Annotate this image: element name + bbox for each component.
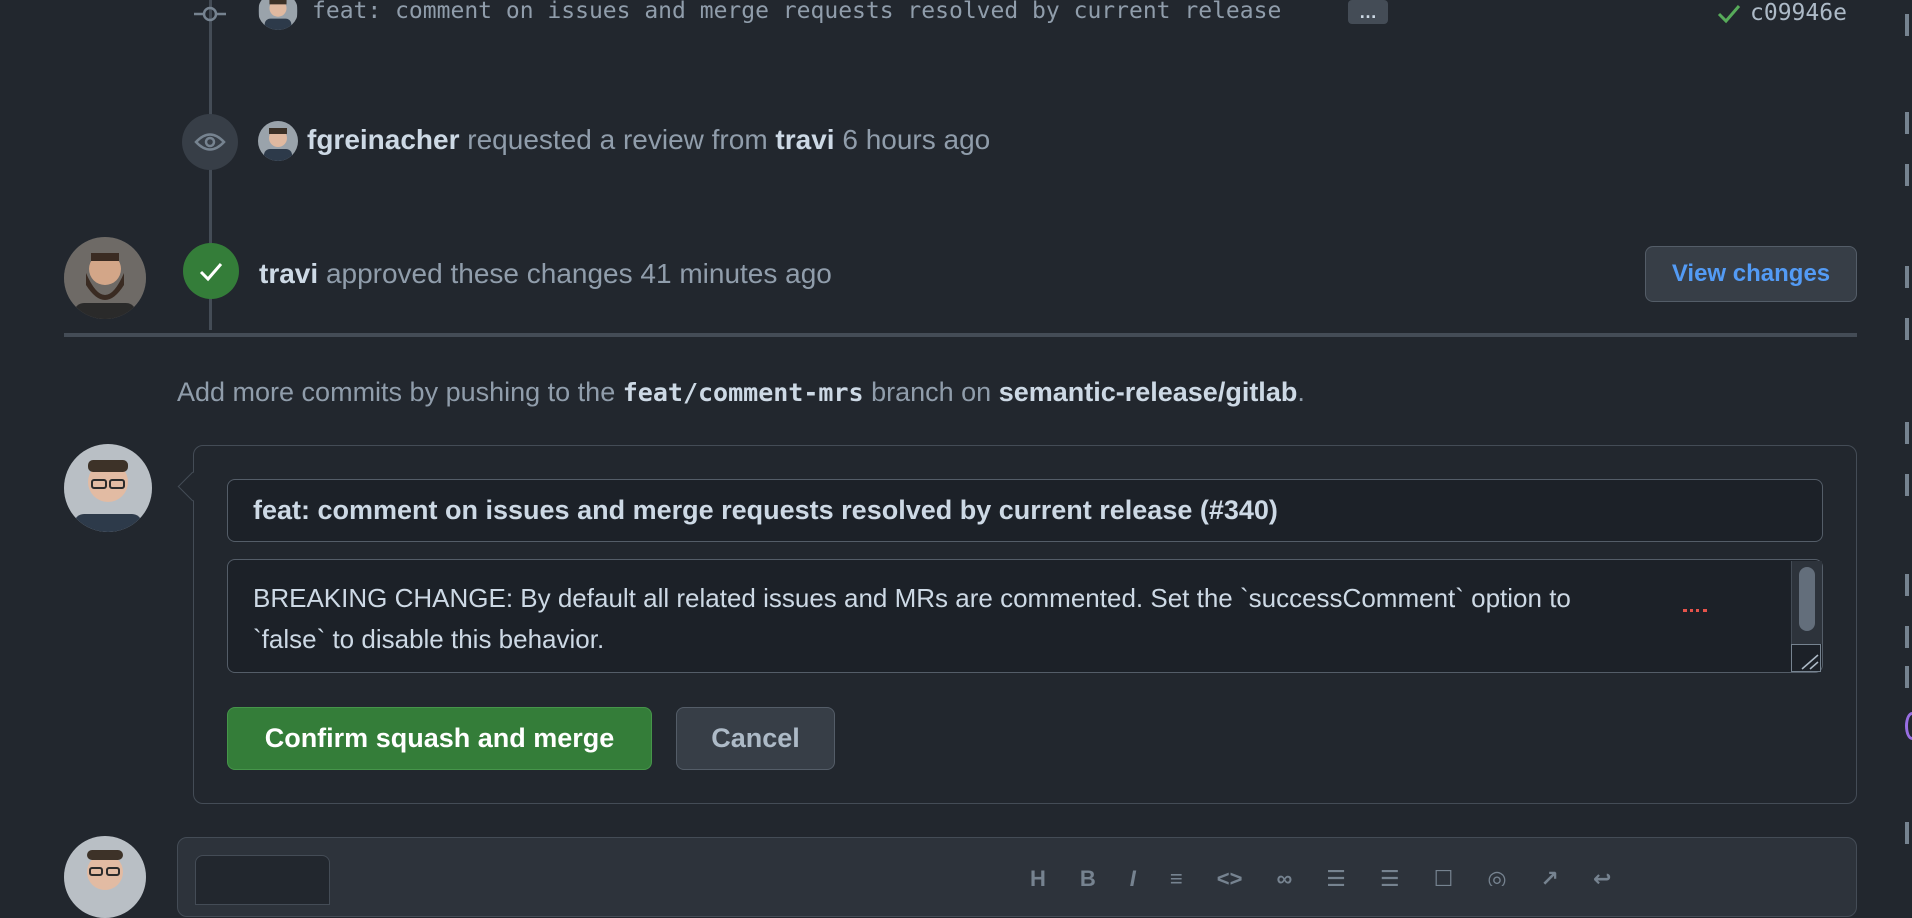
commit-hash[interactable]: c09946e — [1750, 0, 1847, 26]
avatar-image — [64, 836, 146, 918]
right-sidebar-edge — [1895, 0, 1912, 880]
italic-icon[interactable]: I — [1130, 866, 1136, 886]
numbered-list-icon[interactable]: ☰ — [1380, 866, 1400, 886]
link-icon[interactable]: ∞ — [1276, 866, 1292, 886]
comment-toolbar: H B I ≡ <> ∞ ☰ ☰ ☐ ◎ ↗ ↩ — [1030, 866, 1611, 886]
commit-title-value: feat: comment on issues and merge reques… — [253, 495, 1278, 525]
commit-title-input[interactable]: feat: comment on issues and merge reques… — [227, 479, 1823, 542]
approver-link[interactable]: travi — [259, 258, 318, 289]
sidebar-marker-2 — [1905, 112, 1909, 134]
commit-body-line-2: `false` to disable this behavior. — [253, 624, 605, 654]
review-request-text: requested a review from — [467, 124, 768, 155]
sidebar-marker-10 — [1905, 666, 1909, 688]
commit-body-line-1: BREAKING CHANGE: By default all related … — [253, 583, 1571, 613]
confirm-label: Confirm squash and merge — [264, 723, 615, 753]
approver-avatar-large[interactable] — [64, 237, 146, 319]
push-hint-suffix: . — [1297, 377, 1305, 407]
cancel-label: Cancel — [711, 723, 800, 753]
commit-icon-wrap — [194, 2, 226, 26]
merger-avatar[interactable] — [64, 444, 152, 532]
quote-icon[interactable]: ≡ — [1170, 866, 1183, 886]
bullet-list-icon[interactable]: ☰ — [1326, 866, 1346, 886]
mention-icon[interactable]: ◎ — [1487, 866, 1506, 886]
sidebar-purple-indicator — [1905, 712, 1912, 740]
sidebar-marker-7 — [1905, 474, 1909, 496]
commit-status[interactable]: c09946e — [1716, 0, 1847, 28]
ellipsis-label: … — [1359, 1, 1377, 22]
avatar-image — [64, 444, 152, 532]
resize-grip-icon — [1801, 654, 1819, 670]
sidebar-marker-8 — [1905, 574, 1909, 596]
bold-icon[interactable]: B — [1080, 866, 1096, 886]
approval-event: travi approved these changes 41 minutes … — [259, 255, 832, 293]
textarea-scrollbar-thumb[interactable] — [1799, 567, 1815, 631]
git-commit-icon — [194, 6, 226, 22]
spellcheck-marker — [1683, 605, 1707, 612]
reference-icon[interactable]: ↗ — [1541, 866, 1559, 886]
textarea-resize-handle[interactable] — [1791, 644, 1821, 672]
approved-badge — [183, 243, 239, 299]
comment-author-avatar[interactable] — [64, 836, 146, 918]
eye-badge — [182, 114, 238, 170]
comment-write-tab[interactable] — [195, 855, 330, 905]
sidebar-marker-5 — [1905, 318, 1909, 340]
sidebar-marker-9 — [1905, 626, 1909, 648]
review-request-time[interactable]: 6 hours ago — [842, 124, 990, 155]
approval-time[interactable]: 41 minutes ago — [640, 258, 831, 289]
branch-name[interactable]: feat/comment-mrs — [623, 378, 864, 407]
view-changes-button[interactable]: View changes — [1645, 246, 1857, 302]
confirm-squash-merge-button[interactable]: Confirm squash and merge — [227, 707, 652, 770]
code-icon[interactable]: <> — [1217, 866, 1243, 886]
cancel-button[interactable]: Cancel — [676, 707, 835, 770]
sidebar-marker-3 — [1905, 164, 1909, 186]
commit-message[interactable]: feat: comment on issues and merge reques… — [312, 0, 1281, 24]
commit-author-avatar[interactable] — [258, 0, 298, 30]
check-icon — [199, 263, 223, 282]
requester-link[interactable]: fgreinacher — [307, 124, 460, 155]
approval-text: approved these changes — [325, 258, 633, 289]
task-list-icon[interactable]: ☐ — [1434, 866, 1454, 886]
review-request-event: fgreinacher requested a review from trav… — [307, 121, 990, 159]
commit-ellipsis-button[interactable]: … — [1348, 0, 1388, 24]
view-changes-label: View changes — [1671, 260, 1831, 287]
avatar-image — [259, 0, 297, 30]
textarea-scrollbar-track[interactable] — [1791, 561, 1822, 644]
eye-icon — [194, 133, 226, 151]
sidebar-marker-6 — [1905, 422, 1909, 444]
heading-icon[interactable]: H — [1030, 866, 1046, 886]
push-hint-middle: branch on — [871, 377, 992, 407]
check-icon — [1717, 5, 1741, 24]
sidebar-marker-4 — [1905, 266, 1909, 288]
push-hint: Add more commits by pushing to the feat/… — [177, 372, 1305, 413]
timeline-divider — [64, 333, 1857, 337]
reviewer-link[interactable]: travi — [775, 124, 834, 155]
requester-avatar[interactable] — [258, 121, 298, 161]
sidebar-marker-11 — [1905, 822, 1909, 844]
push-hint-prefix: Add more commits by pushing to the — [177, 377, 616, 407]
commit-body-textarea[interactable]: BREAKING CHANGE: By default all related … — [227, 559, 1823, 673]
reply-icon[interactable]: ↩ — [1593, 866, 1611, 886]
avatar-image — [64, 237, 146, 319]
sidebar-marker-1 — [1905, 14, 1909, 36]
avatar-image — [258, 121, 298, 161]
repo-link[interactable]: semantic-release/gitlab — [999, 377, 1298, 407]
